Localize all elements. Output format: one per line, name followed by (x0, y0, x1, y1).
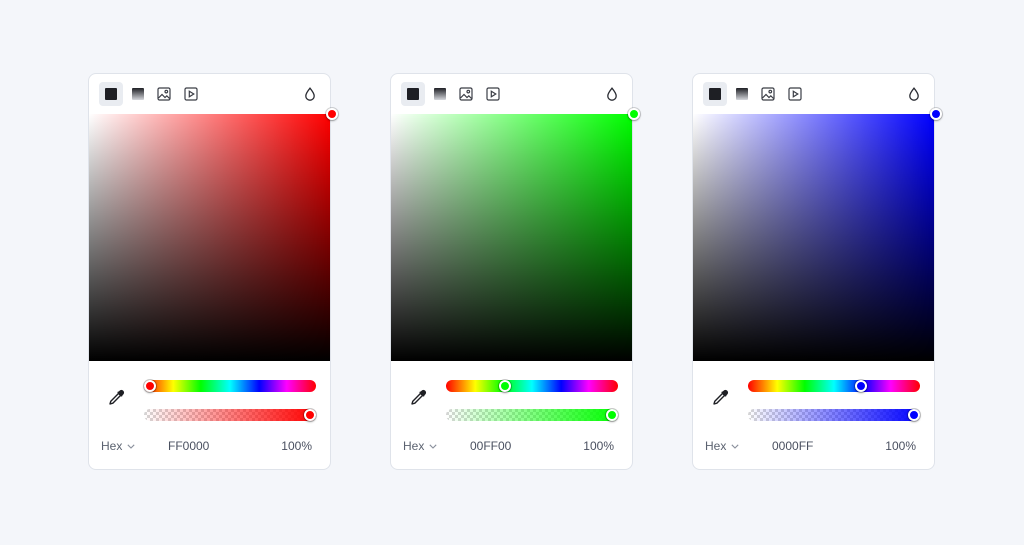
saturation-value-area[interactable] (391, 114, 632, 361)
hex-input[interactable]: FF0000 (168, 439, 209, 453)
opacity-toggle[interactable] (904, 84, 924, 104)
value-gradient (693, 114, 934, 361)
eyedropper-button[interactable] (709, 387, 731, 409)
droplet-icon (607, 87, 617, 101)
fill-type-toolbar (89, 74, 330, 114)
solid-fill-icon (407, 88, 419, 100)
alpha-slider-handle[interactable] (304, 409, 316, 421)
alpha-gradient (748, 409, 920, 421)
alpha-gradient (446, 409, 618, 421)
fill-type-toolbar (693, 74, 934, 114)
format-dropdown[interactable]: Hex (705, 439, 739, 453)
saturation-value-handle[interactable] (326, 108, 338, 120)
video-fill-icon (486, 87, 500, 101)
fill-type-toolbar (391, 74, 632, 114)
eyedropper-icon (109, 389, 125, 405)
gradient-fill-icon (736, 88, 748, 100)
color-picker-panel-1: Hex FF0000 100% (88, 73, 338, 470)
image-fill-tab[interactable] (454, 82, 478, 106)
hue-slider[interactable] (446, 380, 618, 392)
value-gradient (391, 114, 632, 361)
hue-slider-handle[interactable] (499, 380, 512, 392)
eyedropper-button[interactable] (105, 387, 127, 409)
color-picker-panel-2: Hex 00FF00 100% (390, 73, 640, 470)
droplet-icon (909, 87, 919, 101)
opacity-toggle[interactable] (602, 84, 622, 104)
image-fill-icon (761, 87, 775, 101)
chevron-down-icon (731, 443, 739, 449)
solid-fill-icon (709, 88, 721, 100)
format-dropdown[interactable]: Hex (403, 439, 437, 453)
hue-slider-handle[interactable] (854, 380, 867, 392)
format-dropdown[interactable]: Hex (101, 439, 135, 453)
format-label: Hex (705, 439, 727, 453)
video-fill-tab[interactable] (783, 82, 807, 106)
alpha-slider[interactable] (446, 409, 618, 421)
alpha-gradient (144, 409, 316, 421)
chevron-down-icon (127, 443, 135, 449)
alpha-input[interactable]: 100% (885, 439, 916, 453)
format-label: Hex (403, 439, 425, 453)
saturation-value-handle[interactable] (930, 108, 942, 120)
chevron-down-icon (429, 443, 437, 449)
gradient-fill-tab[interactable] (428, 82, 452, 106)
solid-fill-tab[interactable] (99, 82, 123, 106)
droplet-icon (305, 87, 315, 101)
opacity-toggle[interactable] (300, 84, 320, 104)
hex-input[interactable]: 0000FF (772, 439, 813, 453)
hue-slider[interactable] (748, 380, 920, 392)
alpha-input[interactable]: 100% (281, 439, 312, 453)
saturation-value-area[interactable] (693, 114, 934, 361)
format-label: Hex (101, 439, 123, 453)
gradient-fill-icon (434, 88, 446, 100)
eyedropper-icon (411, 389, 427, 405)
gradient-fill-tab[interactable] (126, 82, 150, 106)
alpha-slider[interactable] (748, 409, 920, 421)
eyedropper-button[interactable] (407, 387, 429, 409)
alpha-slider[interactable] (144, 409, 316, 421)
solid-fill-tab[interactable] (703, 82, 727, 106)
hue-slider-handle[interactable] (144, 380, 156, 392)
gradient-fill-icon (132, 88, 144, 100)
color-input-row: Hex FF0000 100% (89, 436, 330, 458)
color-input-row: Hex 0000FF 100% (693, 436, 934, 458)
video-fill-icon (788, 87, 802, 101)
alpha-slider-handle[interactable] (908, 409, 920, 421)
video-fill-icon (184, 87, 198, 101)
alpha-slider-handle[interactable] (606, 409, 618, 421)
image-fill-tab[interactable] (756, 82, 780, 106)
hex-input[interactable]: 00FF00 (470, 439, 511, 453)
color-input-row: Hex 00FF00 100% (391, 436, 632, 458)
image-fill-icon (157, 87, 171, 101)
video-fill-tab[interactable] (179, 82, 203, 106)
image-fill-icon (459, 87, 473, 101)
hue-slider[interactable] (144, 380, 316, 392)
color-picker-panel-3: Hex 0000FF 100% (692, 73, 942, 470)
value-gradient (89, 114, 330, 361)
solid-fill-icon (105, 88, 117, 100)
solid-fill-tab[interactable] (401, 82, 425, 106)
saturation-value-area[interactable] (89, 114, 330, 361)
gradient-fill-tab[interactable] (730, 82, 754, 106)
image-fill-tab[interactable] (152, 82, 176, 106)
eyedropper-icon (713, 389, 729, 405)
saturation-value-handle[interactable] (628, 108, 640, 120)
alpha-input[interactable]: 100% (583, 439, 614, 453)
video-fill-tab[interactable] (481, 82, 505, 106)
